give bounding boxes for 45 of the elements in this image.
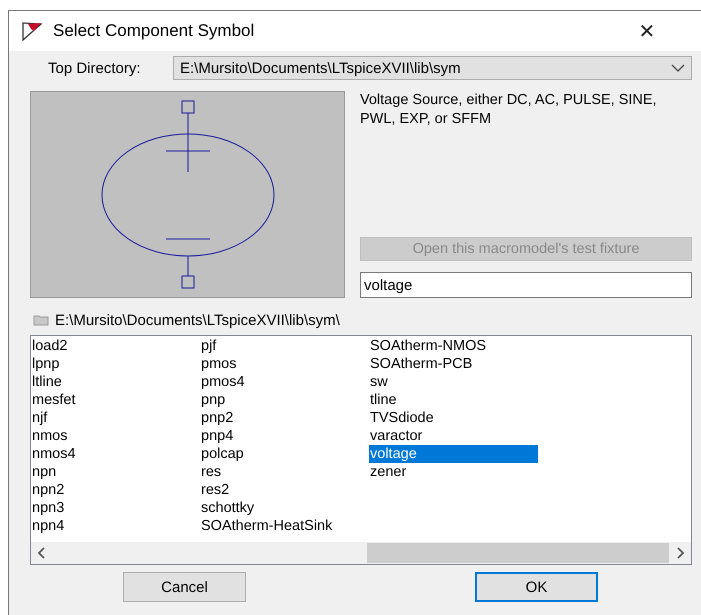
top-directory-label: Top Directory: [47,60,142,76]
symbol-list-item[interactable]: zener [369,463,406,481]
folder-icon [33,314,49,326]
symbol-list-item[interactable]: pnp2 [200,409,234,427]
symbol-list-item[interactable]: mesfet [31,391,76,409]
symbol-list-item[interactable]: sw [369,373,388,391]
cancel-button[interactable]: Cancel [123,572,246,602]
symbol-list-item[interactable]: pnp4 [200,427,234,445]
symbol-list-item[interactable]: pjf [200,337,216,355]
close-button[interactable]: ✕ [624,11,670,51]
ok-button[interactable]: OK [475,572,598,602]
top-directory-dropdown[interactable]: E:\Mursito\Documents\LTspiceXVII\lib\sym [173,56,692,80]
symbol-list-item[interactable]: pmos [200,355,236,373]
scrollbar-thumb[interactable] [367,543,669,563]
symbol-list-item[interactable]: lpnp [31,355,60,373]
symbol-list-item[interactable]: npn2 [31,481,64,499]
symbol-list-item[interactable]: nmos4 [31,445,76,463]
window-title: Select Component Symbol [53,21,256,41]
scroll-left-icon[interactable] [37,547,47,559]
symbol-list-item[interactable]: njf [31,409,48,427]
symbol-description: Voltage Source, either DC, AC, PULSE, SINE, PWL, EXP, or SFFM [360,91,658,129]
symbol-list-item[interactable]: TVSdiode [369,409,434,427]
symbol-list-item[interactable]: polcap [200,445,244,463]
symbol-list-item[interactable]: nmos [31,427,68,445]
current-path: E:\Mursito\Documents\LTspiceXVII\lib\sym\ [55,312,340,328]
symbol-list-item[interactable]: schottky [200,499,254,517]
symbol-list-item[interactable]: npn3 [31,499,64,517]
symbol-list-item[interactable]: npn [31,463,56,481]
symbol-list-item[interactable]: tline [369,391,397,409]
symbol-list-item[interactable]: res [200,463,222,481]
search-field[interactable]: voltage [360,272,692,298]
app-logo-icon [21,21,43,41]
symbol-list-item[interactable]: res2 [200,481,230,499]
symbol-list-item[interactable]: SOAtherm-PCB [369,355,472,373]
symbol-list-item[interactable]: pmos4 [200,373,245,391]
symbol-list-item[interactable]: SOAtherm-NMOS [369,337,486,355]
chevron-down-icon [671,64,685,72]
symbol-list-item[interactable]: SOAtherm-HeatSink [200,517,332,535]
symbol-list-item[interactable]: ltline [31,373,62,391]
symbol-list-item[interactable]: load2 [31,337,68,355]
symbol-list-item[interactable]: pnp [200,391,226,409]
scroll-right-icon[interactable] [675,547,685,559]
symbol-list-item[interactable]: voltage [369,445,538,463]
symbol-list-item[interactable]: npn4 [31,517,64,535]
symbol-list-item[interactable]: varactor [369,427,422,445]
